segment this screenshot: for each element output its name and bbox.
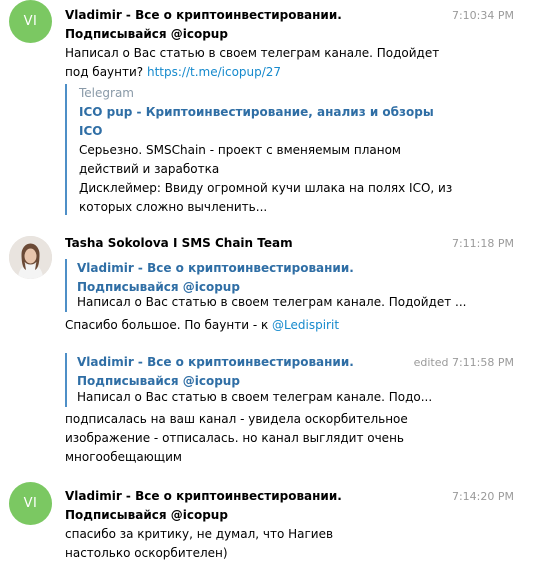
sender-name[interactable]: Vladimir - Все о криптоинвестировании. П… (65, 487, 445, 525)
avatar-vladimir[interactable]: VI (9, 482, 52, 525)
message-vladimir-2: VI Vladimir - Все о криптоинвестировании… (0, 0, 539, 571)
message-text: спасибо за критику, не думал, что Нагиев… (65, 527, 334, 560)
message-time: 7:14:20 PM (451, 490, 514, 503)
